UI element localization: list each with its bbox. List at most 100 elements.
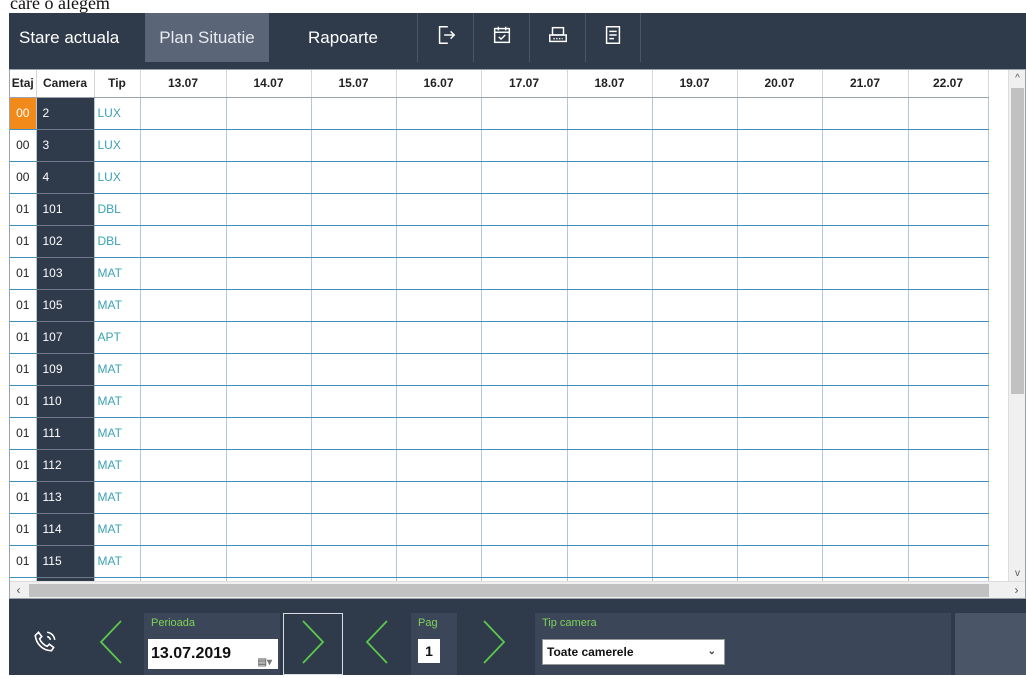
day-cell[interactable] <box>396 289 482 322</box>
day-cell[interactable] <box>140 417 227 450</box>
day-cell[interactable] <box>311 481 397 514</box>
etaj-cell[interactable]: 01 <box>10 193 37 226</box>
day-cell[interactable] <box>140 129 227 162</box>
day-cell[interactable] <box>311 449 397 482</box>
day-cell[interactable] <box>311 385 397 418</box>
day-cell[interactable] <box>908 385 989 418</box>
tip-cell[interactable]: MAT <box>94 385 141 418</box>
day-cell[interactable] <box>140 225 227 258</box>
table-row[interactable]: 00 4 LUX <box>10 161 989 194</box>
table-row[interactable]: 01 110 MAT <box>10 385 989 418</box>
day-cell[interactable] <box>567 481 653 514</box>
day-cell[interactable] <box>567 417 653 450</box>
day-cell[interactable] <box>567 545 653 578</box>
day-cell[interactable] <box>396 513 482 546</box>
day-cell[interactable] <box>908 353 989 386</box>
day-cell[interactable] <box>737 225 823 258</box>
day-cell[interactable] <box>481 545 568 578</box>
etaj-cell[interactable]: 01 <box>10 481 37 514</box>
day-cell[interactable] <box>908 449 989 482</box>
day-cell[interactable] <box>652 545 738 578</box>
day-cell[interactable] <box>396 321 482 354</box>
day-cell[interactable] <box>822 129 909 162</box>
day-cell[interactable] <box>396 97 482 130</box>
day-cell[interactable] <box>396 193 482 226</box>
day-cell[interactable] <box>396 225 482 258</box>
scroll-up-icon[interactable]: ^ <box>1009 70 1025 87</box>
day-cell[interactable] <box>908 545 989 578</box>
day-cell[interactable] <box>737 97 823 130</box>
day-cell[interactable] <box>652 97 738 130</box>
table-row[interactable]: 01 113 MAT <box>10 481 989 514</box>
camera-cell[interactable]: 111 <box>36 417 95 450</box>
camera-cell[interactable]: 102 <box>36 225 95 258</box>
table-row[interactable]: 00 3 LUX <box>10 129 989 162</box>
table-row[interactable]: 01 102 DBL <box>10 225 989 258</box>
day-cell[interactable] <box>481 97 568 130</box>
table-row[interactable]: 01 109 MAT <box>10 353 989 386</box>
camera-cell[interactable]: 110 <box>36 385 95 418</box>
tip-cell[interactable]: MAT <box>94 417 141 450</box>
day-cell[interactable] <box>481 353 568 386</box>
etaj-cell[interactable]: 00 <box>10 97 37 130</box>
day-cell[interactable] <box>311 513 397 546</box>
day-cell[interactable] <box>481 193 568 226</box>
etaj-cell[interactable]: 01 <box>10 385 37 418</box>
tip-cell[interactable]: LUX <box>94 161 141 194</box>
day-cell[interactable] <box>311 545 397 578</box>
day-cell[interactable] <box>822 161 909 194</box>
day-cell[interactable] <box>822 225 909 258</box>
day-cell[interactable] <box>737 513 823 546</box>
day-cell[interactable] <box>822 417 909 450</box>
camera-cell[interactable]: 101 <box>36 193 95 226</box>
day-cell[interactable] <box>396 161 482 194</box>
day-cell[interactable] <box>567 449 653 482</box>
tip-cell[interactable]: DBL <box>94 225 141 258</box>
day-cell[interactable] <box>311 129 397 162</box>
day-cell[interactable] <box>737 545 823 578</box>
camera-cell[interactable]: 112 <box>36 449 95 482</box>
tab-stare-actuala[interactable]: Stare actuala <box>9 13 145 62</box>
tip-cell[interactable]: LUX <box>94 129 141 162</box>
horizontal-scrollbar[interactable]: ‹ › <box>10 581 1025 598</box>
tip-cell[interactable]: DBL <box>94 193 141 226</box>
day-cell[interactable] <box>226 481 312 514</box>
day-cell[interactable] <box>226 129 312 162</box>
day-cell[interactable] <box>226 97 312 130</box>
day-cell[interactable] <box>822 545 909 578</box>
day-cell[interactable] <box>311 289 397 322</box>
day-cell[interactable] <box>737 481 823 514</box>
camera-cell[interactable]: 114 <box>36 513 95 546</box>
day-cell[interactable] <box>481 481 568 514</box>
day-cell[interactable] <box>226 353 312 386</box>
day-cell[interactable] <box>652 225 738 258</box>
day-cell[interactable] <box>311 225 397 258</box>
day-cell[interactable] <box>311 353 397 386</box>
day-cell[interactable] <box>737 129 823 162</box>
table-row[interactable]: 01 105 MAT <box>10 289 989 322</box>
tab-rapoarte[interactable]: Rapoarte <box>269 13 417 62</box>
day-cell[interactable] <box>822 481 909 514</box>
day-cell[interactable] <box>481 289 568 322</box>
day-cell[interactable] <box>226 385 312 418</box>
day-cell[interactable] <box>567 289 653 322</box>
day-cell[interactable] <box>226 545 312 578</box>
day-cell[interactable] <box>652 289 738 322</box>
day-cell[interactable] <box>140 545 227 578</box>
table-row[interactable]: 00 2 LUX <box>10 97 989 130</box>
day-cell[interactable] <box>822 97 909 130</box>
camera-cell[interactable]: 2 <box>36 97 95 130</box>
day-cell[interactable] <box>652 257 738 290</box>
tip-cell[interactable]: MAT <box>94 257 141 290</box>
day-cell[interactable] <box>226 225 312 258</box>
day-cell[interactable] <box>908 129 989 162</box>
day-cell[interactable] <box>822 449 909 482</box>
day-cell[interactable] <box>140 353 227 386</box>
etaj-cell[interactable]: 01 <box>10 449 37 482</box>
day-cell[interactable] <box>822 513 909 546</box>
day-cell[interactable] <box>737 417 823 450</box>
tip-cell[interactable]: LUX <box>94 97 141 130</box>
calendar-check-button[interactable] <box>473 13 529 62</box>
etaj-cell[interactable]: 01 <box>10 545 37 578</box>
day-cell[interactable] <box>226 193 312 226</box>
